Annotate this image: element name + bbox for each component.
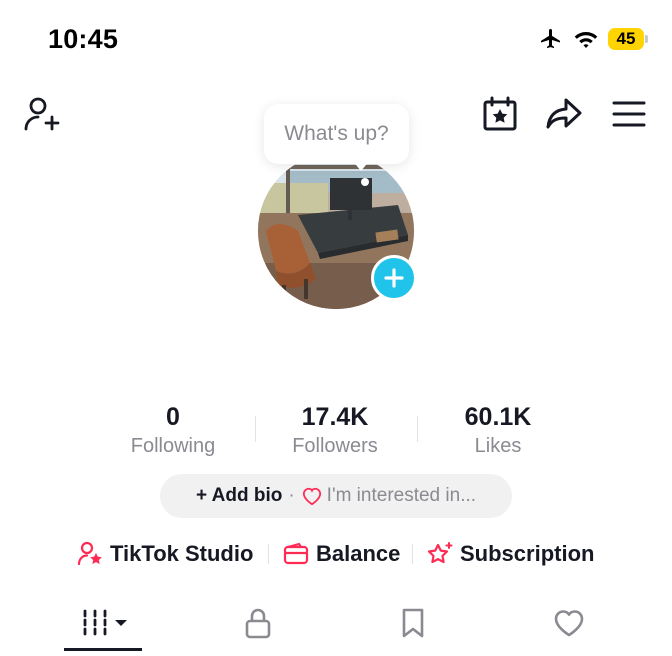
menu-icon: [612, 101, 646, 127]
status-bubble[interactable]: What's up?: [264, 104, 409, 164]
stat-followers[interactable]: 17.4K Followers: [255, 403, 415, 458]
tool-label: Subscription: [460, 541, 595, 566]
plus-icon: [384, 268, 404, 288]
stat-following[interactable]: 0 Following: [93, 403, 253, 458]
grid-bars-icon: [83, 609, 127, 636]
heart-icon: [554, 610, 584, 637]
add-friend-button[interactable]: [20, 94, 64, 134]
airplane-icon: [538, 27, 564, 51]
add-avatar-button[interactable]: [371, 255, 417, 301]
stat-likes[interactable]: 60.1K Likes: [418, 403, 578, 458]
stat-label: Likes: [474, 435, 522, 457]
tab-videos[interactable]: [60, 598, 152, 648]
tools-row: TikTok Studio Balance Subscription: [0, 538, 672, 570]
calendar-button[interactable]: [480, 94, 520, 134]
bio-pill[interactable]: + Add bio · I'm interested in...: [160, 474, 512, 518]
heart-outline-icon: [302, 487, 321, 506]
subscription-button[interactable]: Subscription: [424, 538, 594, 570]
add-friend-icon: [24, 97, 60, 131]
tab-saved[interactable]: [367, 598, 459, 648]
star-sparkle-icon: [427, 542, 453, 564]
balance-button[interactable]: Balance: [282, 538, 400, 570]
tiktok-studio-button[interactable]: TikTok Studio: [76, 538, 253, 570]
battery-icon: 45: [608, 28, 648, 50]
status-icons: 45: [538, 27, 648, 51]
tool-divider: [268, 544, 269, 564]
stat-label: Followers: [292, 435, 378, 457]
active-tab-indicator: [64, 648, 142, 651]
tab-liked[interactable]: [523, 598, 615, 648]
stat-value: 0: [166, 403, 180, 431]
bookmark-icon: [402, 608, 424, 638]
tool-label: Balance: [316, 541, 401, 566]
menu-button[interactable]: [609, 96, 649, 132]
calendar-star-icon: [483, 96, 517, 131]
tool-divider: [412, 544, 413, 564]
tab-private[interactable]: [212, 598, 304, 648]
lock-icon: [245, 608, 271, 639]
stat-value: 17.4K: [301, 403, 369, 431]
interests-button[interactable]: I'm interested in...: [301, 485, 476, 507]
chevron-down-icon: [115, 620, 127, 626]
stat-value: 60.1K: [464, 403, 532, 431]
wallet-icon: [283, 542, 309, 565]
creator-star-icon: [77, 541, 102, 566]
stat-label: Following: [130, 435, 216, 457]
share-button[interactable]: [542, 94, 586, 134]
share-icon: [546, 98, 582, 129]
battery-level: 45: [608, 28, 644, 50]
wifi-icon: [574, 29, 598, 49]
bio-separator: ·: [288, 485, 295, 506]
profile-screen: 10:45 45 What's up? 0 Following 17.4K Fo…: [0, 0, 672, 656]
tool-label: TikTok Studio: [110, 541, 254, 566]
status-time: 10:45: [48, 24, 119, 54]
add-bio-button[interactable]: + Add bio: [196, 485, 282, 507]
interests-label: I'm interested in...: [326, 485, 477, 506]
bubble-tail: [352, 160, 370, 171]
